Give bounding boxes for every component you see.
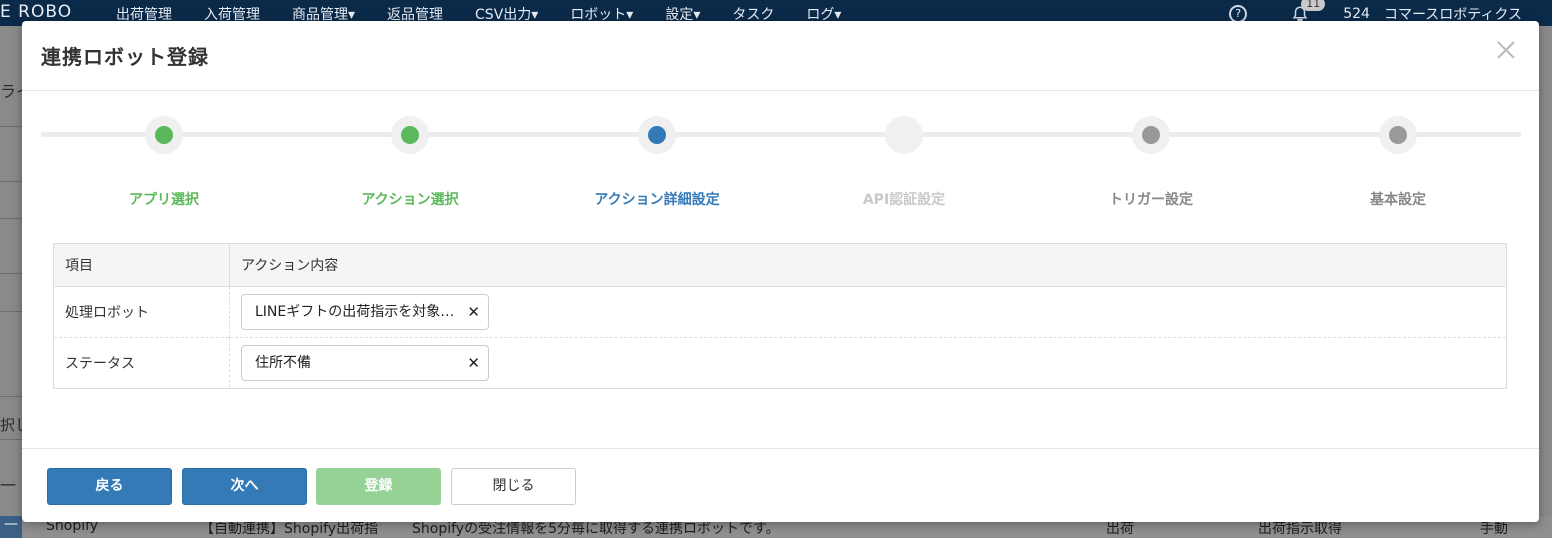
robot-select[interactable]: LINEギフトの出荷指示を対象ロボット ✕ xyxy=(241,294,489,330)
bg-divider xyxy=(0,439,22,440)
notification-count-badge: 11 xyxy=(1301,0,1326,11)
status-select[interactable]: 住所不備 ✕ xyxy=(241,345,489,381)
bg-text-fragment: 一 xyxy=(0,476,17,495)
bg-row-marker: — xyxy=(0,516,22,538)
step-label: トリガー設定 xyxy=(1109,192,1193,208)
row-value-cell: 住所不備 ✕ xyxy=(229,337,1507,389)
stepper-track xyxy=(41,132,1521,137)
close-icon[interactable] xyxy=(1495,39,1517,61)
bg-divider xyxy=(0,311,22,312)
wizard-stepper: アプリ選択 アクション選択 アクション詳細設定 API認証設定 トリガー設定 基… xyxy=(41,116,1521,209)
modal-title: 連携ロボット登録 xyxy=(41,45,209,69)
row-label-status: ステータス xyxy=(53,337,230,389)
step-label: API認証設定 xyxy=(862,192,946,208)
next-button[interactable]: 次へ xyxy=(182,468,307,505)
step-api-auth: API認証設定 xyxy=(824,116,984,209)
step-indicator xyxy=(1132,116,1170,154)
step-trigger: トリガー設定 xyxy=(1071,116,1231,209)
back-button[interactable]: 戻る xyxy=(47,468,172,505)
bg-divider xyxy=(0,396,22,397)
step-app-select: アプリ選択 xyxy=(84,116,244,209)
step-action-detail: アクション詳細設定 xyxy=(577,116,737,209)
step-action-select: アクション選択 xyxy=(330,116,490,209)
brand-logo: E ROBO xyxy=(0,2,73,22)
bg-divider xyxy=(0,273,22,274)
step-label: 基本設定 xyxy=(1370,192,1426,208)
table-row: 処理ロボット LINEギフトの出荷指示を対象ロボット ✕ xyxy=(53,286,1507,338)
clear-icon[interactable]: ✕ xyxy=(467,346,480,380)
bg-divider xyxy=(0,126,22,127)
register-robot-modal: 連携ロボット登録 アプリ選択 アクション選択 アクション詳細設定 API認証設定… xyxy=(22,21,1539,522)
step-label: アクション詳細設定 xyxy=(594,192,720,208)
step-label: アクション選択 xyxy=(361,192,459,208)
step-indicator xyxy=(391,116,429,154)
row-label-robot: 処理ロボット xyxy=(53,286,230,338)
bg-divider xyxy=(0,181,22,182)
step-basic: 基本設定 xyxy=(1318,116,1478,209)
user-id: 524 xyxy=(1343,6,1370,22)
modal-header: 連携ロボット登録 xyxy=(22,21,1539,91)
modal-footer: 戻る 次へ 登録 閉じる xyxy=(22,448,1539,523)
step-indicator xyxy=(1379,116,1417,154)
step-label: アプリ選択 xyxy=(129,192,199,208)
close-button[interactable]: 閉じる xyxy=(451,468,576,505)
action-detail-table: 項目 アクション内容 処理ロボット LINEギフトの出荷指示を対象ロボット ✕ … xyxy=(53,243,1507,389)
table-header-row: 項目 アクション内容 xyxy=(53,243,1507,287)
step-indicator xyxy=(885,116,923,154)
column-header-item: 項目 xyxy=(53,243,230,287)
step-indicator xyxy=(638,116,676,154)
register-button[interactable]: 登録 xyxy=(316,468,441,505)
step-indicator xyxy=(145,116,183,154)
bg-divider xyxy=(0,218,22,219)
table-row: ステータス 住所不備 ✕ xyxy=(53,337,1507,389)
column-header-action: アクション内容 xyxy=(229,243,1507,287)
robot-select-value: LINEギフトの出荷指示を対象ロボット xyxy=(255,304,489,320)
status-select-value: 住所不備 xyxy=(255,355,311,371)
row-value-cell: LINEギフトの出荷指示を対象ロボット ✕ xyxy=(229,286,1507,338)
clear-icon[interactable]: ✕ xyxy=(467,295,480,329)
